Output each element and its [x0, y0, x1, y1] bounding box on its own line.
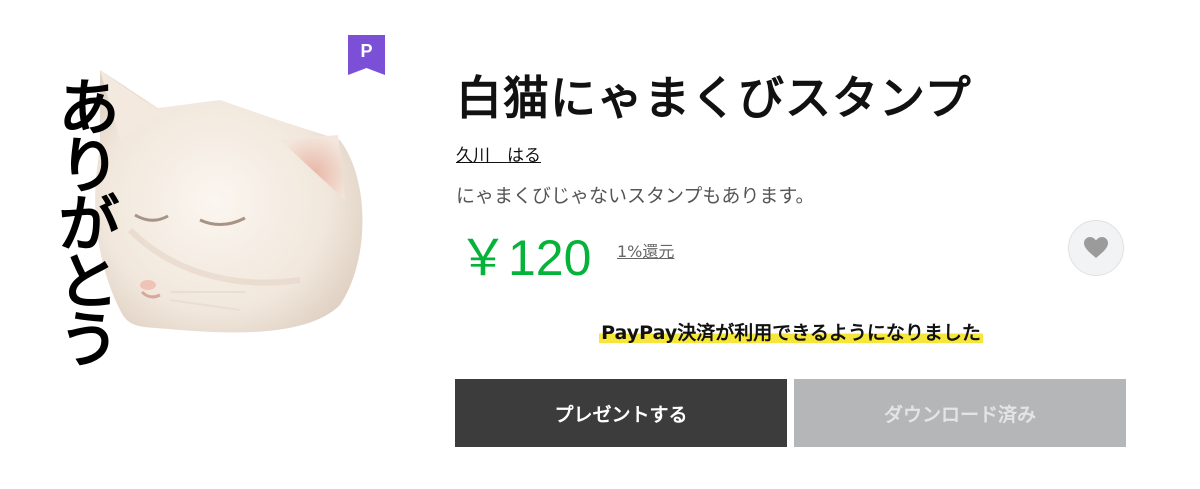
favorite-button[interactable] — [1068, 220, 1124, 276]
sticker-preview: ありがとう — [40, 30, 400, 400]
paypay-notice-text: PayPay決済が利用できるようになりました — [599, 318, 983, 345]
price: ￥120 — [458, 230, 592, 286]
author-link[interactable]: 久川 はる — [456, 141, 541, 166]
paypay-notice: PayPay決済が利用できるようになりました — [456, 318, 1126, 345]
sticker-caption: ありがとう — [47, 75, 120, 365]
heart-icon — [1084, 237, 1108, 258]
downloaded-button[interactable]: ダウンロード済み — [794, 379, 1126, 447]
premium-badge: P — [348, 35, 385, 75]
page-title: 白猫にゃまくびスタンプ — [456, 71, 972, 125]
cashback-link[interactable]: 1%還元 — [617, 238, 674, 262]
premium-badge-label: P — [360, 41, 373, 61]
present-button[interactable]: プレゼントする — [455, 379, 787, 447]
product-description: にゃまくびじゃないスタンプもあります。 — [456, 185, 815, 207]
